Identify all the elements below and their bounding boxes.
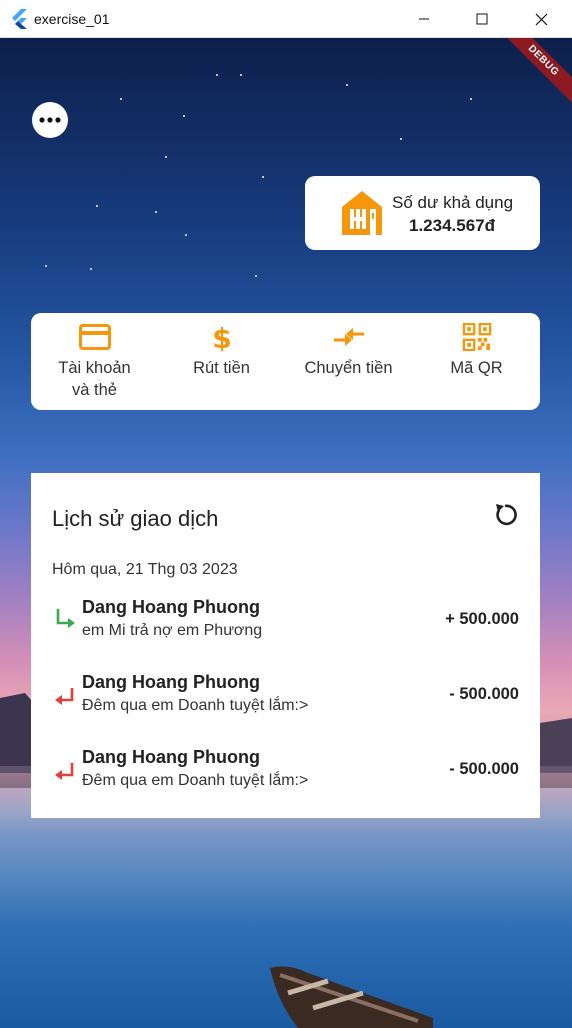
credit-card-icon [78,324,111,350]
transaction-amount: - 500.000 [449,685,519,703]
star [255,275,257,277]
minimize-icon [419,18,429,20]
boat-image [270,966,433,1028]
minimize-button[interactable] [395,0,453,38]
star [155,211,157,213]
balance-card[interactable]: Số dư khả dụng 1.234.567đ [305,176,540,250]
star [183,115,185,117]
transaction-name: Dang Hoang Phuong [82,747,260,767]
flutter-logo-icon [12,9,27,29]
action-accounts-cards[interactable]: Tài khoản và thẻ [31,323,158,401]
transaction-amount: + 500.000 [445,610,519,628]
debug-banner: DEBUG [490,38,572,114]
app-screen: DEBUG Số dư khả dụng 1.234.567đ Tài khoả… [0,38,572,1028]
window-title: exercise_01 [34,11,110,27]
star [165,156,167,158]
outgoing-arrow-icon [55,688,74,705]
dollar-icon: $ [212,323,231,351]
star [262,176,264,178]
star [96,205,98,207]
star [400,138,402,140]
history-date: Hôm qua, 21 Thg 03 2023 [52,561,238,578]
action-accounts-label: Tài khoản và thẻ [58,359,131,399]
action-qr-code[interactable]: Mã QR [413,323,540,379]
action-withdraw-label: Rút tiền [193,359,250,377]
star [216,74,218,76]
refresh-icon [496,504,517,526]
refresh-button[interactable] [491,501,519,529]
transaction-item[interactable]: Dang Hoang Phuong Đêm qua em Doanh tuyệt… [31,672,540,722]
star [90,268,92,270]
transaction-amount: - 500.000 [449,760,519,778]
more-horizontal-icon [39,117,61,123]
close-button[interactable] [512,0,570,38]
transaction-history-card: Lịch sử giao dịch Hôm qua, 21 Thg 03 202… [31,473,540,818]
svg-text:$: $ [212,323,231,351]
more-options-button[interactable] [32,102,68,138]
history-title: Lịch sử giao dịch [52,506,219,531]
balance-label: Số dư khả dụng [392,193,514,212]
window-titlebar: exercise_01 [0,0,572,38]
transaction-name: Dang Hoang Phuong [82,597,260,617]
quick-actions-card: Tài khoản và thẻ $ Rút tiền Chuyển tiền [31,313,540,410]
action-transfer[interactable]: Chuyển tiền [285,323,412,379]
balance-value: 1.234.567đ [409,216,496,235]
store-icon [342,191,382,235]
maximize-button[interactable] [453,0,511,38]
action-qr-label: Mã QR [450,359,503,377]
transaction-note: em Mi trả nợ em Phương [82,622,263,639]
transaction-item[interactable]: Dang Hoang Phuong em Mi trả nợ em Phương… [31,597,540,647]
star [120,98,122,100]
star [45,265,47,267]
transaction-note: Đêm qua em Doanh tuyệt lắm:> [82,697,309,714]
action-withdraw[interactable]: $ Rút tiền [158,323,285,379]
action-transfer-label: Chuyển tiền [304,359,393,377]
close-icon [535,13,547,25]
outgoing-arrow-icon [55,763,74,780]
star [470,98,472,100]
transfer-arrows-icon [333,328,364,346]
incoming-arrow-icon [56,609,75,628]
transaction-name: Dang Hoang Phuong [82,672,260,692]
maximize-icon [476,13,488,25]
star [346,84,348,86]
transaction-item[interactable]: Dang Hoang Phuong Đêm qua em Doanh tuyệt… [31,747,540,797]
qr-code-icon [462,323,491,351]
star [240,74,242,76]
transaction-note: Đêm qua em Doanh tuyệt lắm:> [82,772,309,789]
star [185,234,187,236]
